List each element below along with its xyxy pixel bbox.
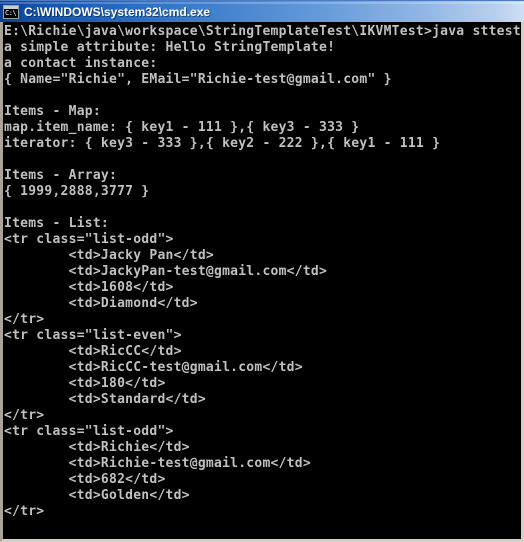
console-line: </tr>: [4, 408, 45, 423]
console-line: <td>Diamond</td>: [4, 296, 198, 311]
console-line: a contact instance:: [4, 56, 158, 71]
console-line: Items - Array:: [4, 168, 118, 183]
console-line: <td>180</td>: [4, 376, 166, 391]
console-line: <td>JackyPan-test@gmail.com</td>: [4, 264, 328, 279]
console-line: { 1999,2888,3777 }: [4, 184, 150, 199]
console-line: <td>Standard</td>: [4, 392, 206, 407]
console-output[interactable]: E:\Richie\java\workspace\StringTemplateT…: [3, 22, 521, 539]
console-line: <td>Jacky Pan</td>: [4, 248, 214, 263]
console-line: E:\Richie\java\workspace\StringTemplateT…: [4, 24, 521, 39]
console-line: </tr>: [4, 312, 45, 327]
console-client-frame: E:\Richie\java\workspace\StringTemplateT…: [0, 22, 524, 542]
window-title: C:\WINDOWS\system32\cmd.exe: [24, 4, 211, 19]
console-line: a simple attribute: Hello StringTemplate…: [4, 40, 336, 55]
cmd-console-icon: C:\: [3, 4, 19, 19]
console-line: map.item_name: { key1 - 111 },{ key3 - 3…: [4, 120, 360, 135]
console-line: <td>RicCC-test@gmail.com</td>: [4, 360, 303, 375]
console-line: <td>682</td>: [4, 472, 166, 487]
console-line: <td>1608</td>: [4, 280, 174, 295]
console-line: Items - List:: [4, 216, 109, 231]
cmd-window: C:\ C:\WINDOWS\system32\cmd.exe E:\Richi…: [0, 0, 524, 542]
console-icon-prompt-glyph: C:\: [5, 8, 17, 17]
console-line: iterator: { key3 - 333 },{ key2 - 222 },…: [4, 136, 441, 151]
window-titlebar[interactable]: C:\ C:\WINDOWS\system32\cmd.exe: [0, 0, 524, 22]
console-line: <td>Golden</td>: [4, 488, 190, 503]
console-line: <tr class="list-odd">: [4, 232, 174, 247]
console-line: <td>Richie</td>: [4, 440, 190, 455]
console-line: Items - Map:: [4, 104, 101, 119]
console-line: { Name="Richie", EMail="Richie-test@gmai…: [4, 72, 392, 87]
console-line: <tr class="list-odd">: [4, 424, 174, 439]
console-line: </tr>: [4, 504, 45, 519]
console-line: <td>Richie-test@gmail.com</td>: [4, 456, 311, 471]
console-line: <td>RicCC</td>: [4, 344, 182, 359]
console-line: <tr class="list-even">: [4, 328, 182, 343]
